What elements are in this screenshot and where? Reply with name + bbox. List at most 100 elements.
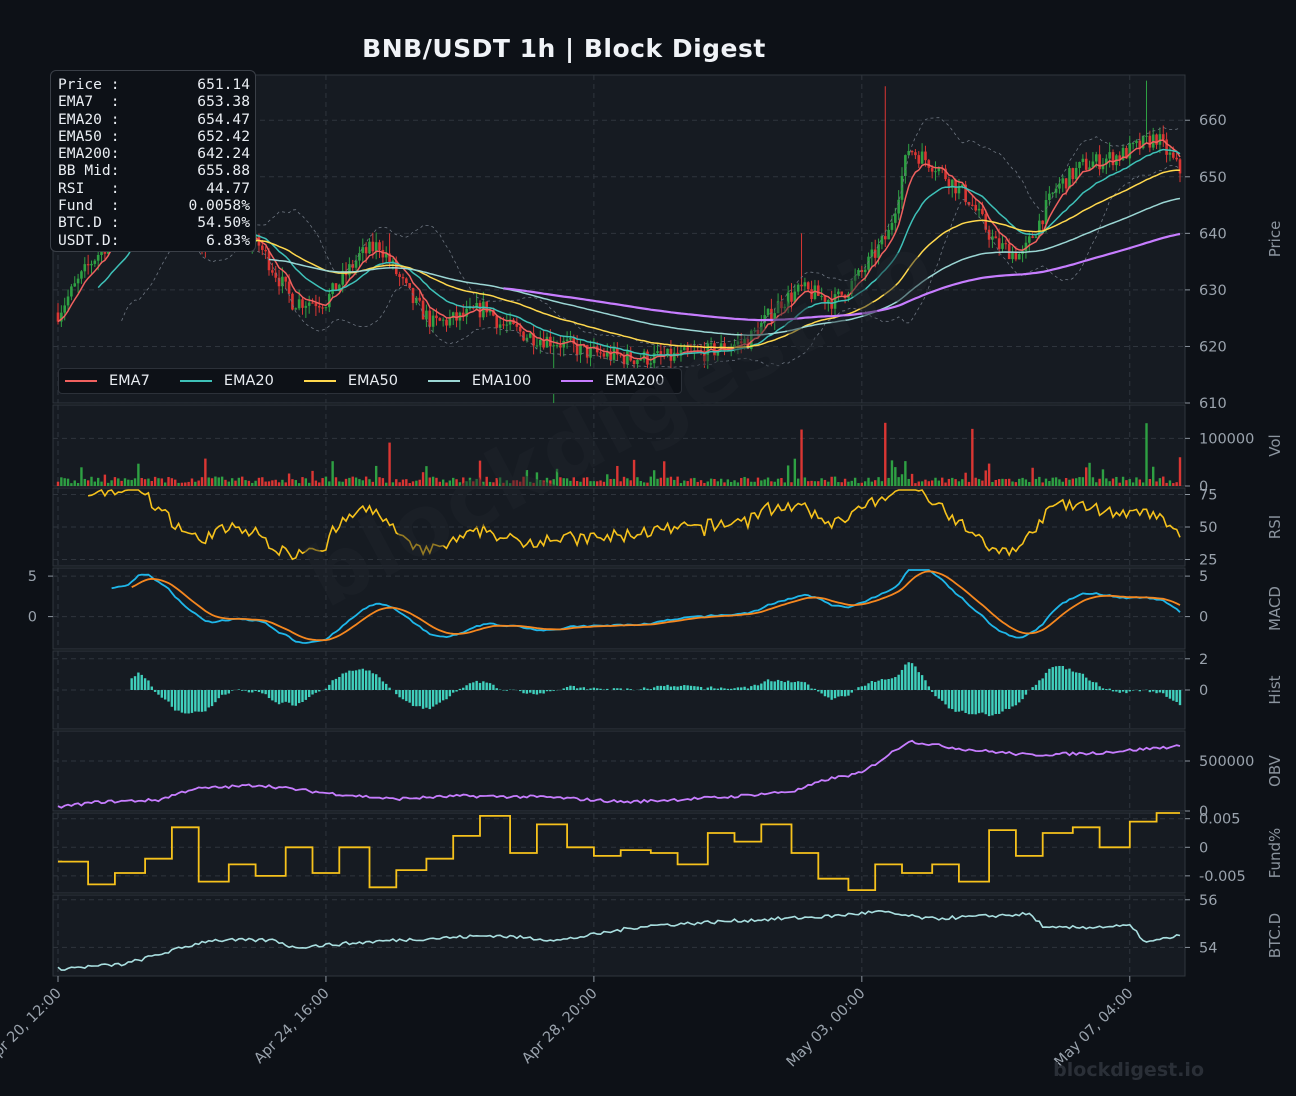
histogram-bar <box>147 680 150 690</box>
histogram-bar <box>1095 682 1098 690</box>
histogram-bar <box>937 690 941 699</box>
candle-body <box>502 324 505 326</box>
histogram-bar <box>693 686 696 690</box>
histogram-bar <box>786 680 790 690</box>
histogram-bar <box>180 690 184 713</box>
candle-body <box>1158 134 1162 145</box>
candle-body <box>1131 143 1135 145</box>
volume-bar <box>385 482 388 486</box>
y-tick-label-funding: -0.005 <box>1199 869 1246 885</box>
candle-body <box>994 236 998 239</box>
candle-body <box>317 306 321 308</box>
histogram-bar <box>944 690 947 705</box>
info-row-ema7: EMA7 :653.38 <box>58 93 250 111</box>
histogram-bar <box>807 684 810 690</box>
y-tick-label-funding: 0.005 <box>1199 812 1241 828</box>
candle-body <box>381 249 385 258</box>
y-axis-label-funding: Fund% <box>1266 828 1284 879</box>
y-tick-label-price: 650 <box>1199 170 1227 186</box>
candle-body <box>565 339 569 341</box>
histogram-bar <box>1138 690 1142 692</box>
y-tick-label-price: 640 <box>1199 226 1227 242</box>
volume-bar <box>257 477 261 486</box>
legend-item-ema7: EMA7 <box>65 373 150 389</box>
candle-body <box>1145 135 1148 137</box>
candle-body <box>73 283 77 287</box>
volume-bar <box>619 481 622 486</box>
histogram-bar <box>810 688 813 690</box>
volume-bar <box>833 476 837 486</box>
candle-body <box>1098 154 1101 170</box>
volume-bar <box>890 460 894 486</box>
candle-body <box>287 281 291 294</box>
legend-swatch <box>427 380 460 382</box>
histogram-bar <box>374 674 378 690</box>
histogram-bar <box>1031 687 1034 690</box>
histogram-bar <box>354 670 358 690</box>
volume-bar <box>887 477 890 486</box>
candle-body <box>401 276 405 279</box>
volume-bar <box>706 481 709 486</box>
histogram-bar <box>830 690 833 700</box>
histogram-bar <box>646 688 649 690</box>
candle-body <box>579 344 582 355</box>
volume-bar <box>907 478 910 486</box>
histogram-bar <box>676 686 679 690</box>
volume-bar <box>1024 479 1028 486</box>
candle-body <box>924 151 927 161</box>
histogram-bar <box>713 688 716 690</box>
histogram-bar <box>244 690 247 691</box>
candle-body <box>1027 236 1031 243</box>
volume-bar <box>214 476 217 486</box>
volume-bar <box>284 482 287 486</box>
volume-bar <box>756 477 760 486</box>
histogram-bar <box>927 686 931 690</box>
histogram-bar <box>1051 667 1054 690</box>
volume-bar <box>190 478 194 486</box>
histogram-bar <box>629 689 632 690</box>
histogram-bar <box>452 690 455 693</box>
volume-bar <box>174 479 177 486</box>
volume-bar <box>663 461 666 486</box>
histogram-bar <box>736 687 740 690</box>
histogram-bar <box>214 690 217 703</box>
y-axis-label-hist: Hist <box>1266 675 1284 704</box>
volume-bar <box>227 481 231 486</box>
candle-body <box>1041 220 1044 225</box>
histogram-bar <box>518 690 522 692</box>
histogram-bar <box>1078 672 1081 690</box>
candle-body <box>505 324 509 326</box>
histogram-bar <box>897 674 900 690</box>
volume-bar <box>1178 457 1182 486</box>
histogram-bar <box>1081 673 1085 690</box>
candle-body <box>304 305 308 308</box>
candle-body <box>612 347 616 360</box>
candle-body <box>1004 243 1008 245</box>
histogram-bar <box>1034 684 1038 690</box>
volume-bar <box>177 482 180 486</box>
volume-bar <box>997 479 1001 486</box>
volume-bar <box>93 481 97 486</box>
volume-bar <box>153 476 157 486</box>
volume-bar <box>267 481 271 486</box>
histogram-bar <box>790 682 793 690</box>
histogram-bar <box>770 681 773 690</box>
volume-bar <box>381 478 385 486</box>
volume-bar <box>1007 478 1011 486</box>
histogram-bar <box>338 677 341 690</box>
histogram-bar <box>833 690 837 699</box>
volume-bar <box>1038 476 1041 486</box>
histogram-bar <box>941 690 944 701</box>
histogram-bar <box>505 690 508 691</box>
histogram-bar <box>1018 690 1021 703</box>
histogram-bar <box>153 690 157 692</box>
y-axis-label-obv: OBV <box>1266 754 1284 787</box>
panel-btcd <box>52 894 1186 977</box>
histogram-bar <box>291 690 294 706</box>
volume-bar <box>1098 478 1101 486</box>
histogram-bar <box>639 689 642 690</box>
histogram-bar <box>1088 680 1091 690</box>
volume-bar <box>709 478 713 486</box>
histogram-bar <box>465 685 468 690</box>
histogram-bar <box>294 690 297 706</box>
